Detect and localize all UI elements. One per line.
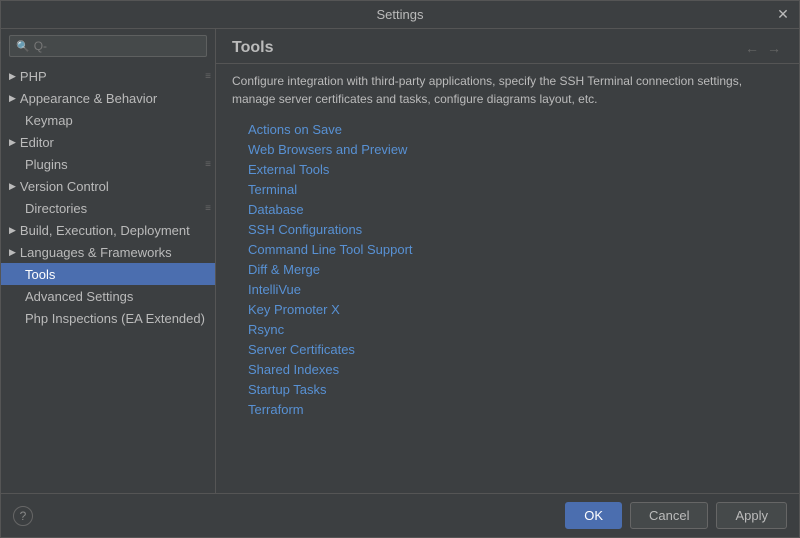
expand-icon: ≡ [205, 71, 211, 82]
nav-arrows: ← → [743, 40, 783, 56]
sidebar-item-php-inspections[interactable]: Php Inspections (EA Extended) [1, 307, 215, 329]
expand-icon: ≡ [205, 159, 211, 170]
apply-button[interactable]: Apply [716, 502, 787, 529]
sidebar-item-build[interactable]: ▶ Build, Execution, Deployment [1, 219, 215, 241]
arrow-icon: ▶ [9, 225, 16, 236]
arrow-icon: ▶ [9, 71, 16, 82]
sidebar-item-version-control[interactable]: ▶ Version Control [1, 175, 215, 197]
sidebar-item-advanced-settings[interactable]: Advanced Settings [1, 285, 215, 307]
content-title: Tools [232, 39, 273, 57]
close-button[interactable]: ✕ [775, 7, 791, 23]
dialog-body: 🔍 ▶ PHP ≡ ▶ Appearance & Behavior Keymap [1, 29, 799, 493]
expand-icon: ≡ [205, 203, 211, 214]
content-link-intellivue[interactable]: IntelliVue [248, 280, 783, 299]
content-link-startup-tasks[interactable]: Startup Tasks [248, 380, 783, 399]
content-link-shared-indexes[interactable]: Shared Indexes [248, 360, 783, 379]
content-link-ssh-configurations[interactable]: SSH Configurations [248, 220, 783, 239]
sidebar-item-editor[interactable]: ▶ Editor [1, 131, 215, 153]
content-area: Tools ← → Configure integration with thi… [216, 29, 799, 493]
settings-dialog: Settings ✕ 🔍 ▶ PHP ≡ ▶ Appearance & Beha [0, 0, 800, 538]
arrow-icon: ▶ [9, 247, 16, 258]
dialog-title: Settings [377, 7, 424, 22]
content-link-web-browsers-preview[interactable]: Web Browsers and Preview [248, 140, 783, 159]
title-bar: Settings ✕ [1, 1, 799, 29]
content-link-rsync[interactable]: Rsync [248, 320, 783, 339]
sidebar-item-plugins[interactable]: Plugins ≡ [1, 153, 215, 175]
sidebar: 🔍 ▶ PHP ≡ ▶ Appearance & Behavior Keymap [1, 29, 216, 493]
content-link-terminal[interactable]: Terminal [248, 180, 783, 199]
sidebar-item-appearance-behavior[interactable]: ▶ Appearance & Behavior [1, 87, 215, 109]
search-input[interactable] [34, 39, 200, 53]
cancel-button[interactable]: Cancel [630, 502, 708, 529]
content-header: Tools ← → [216, 29, 799, 64]
sidebar-item-tools[interactable]: Tools [1, 263, 215, 285]
content-link-external-tools[interactable]: External Tools [248, 160, 783, 179]
sidebar-item-languages[interactable]: ▶ Languages & Frameworks [1, 241, 215, 263]
content-link-actions-on-save[interactable]: Actions on Save [248, 120, 783, 139]
dialog-footer: ? OK Cancel Apply [1, 493, 799, 537]
arrow-icon: ▶ [9, 181, 16, 192]
sidebar-items: ▶ PHP ≡ ▶ Appearance & Behavior Keymap ▶… [1, 63, 215, 493]
content-link-database[interactable]: Database [248, 200, 783, 219]
arrow-icon: ▶ [9, 137, 16, 148]
content-link-diff-merge[interactable]: Diff & Merge [248, 260, 783, 279]
search-box[interactable]: 🔍 [9, 35, 207, 57]
content-description: Configure integration with third-party a… [216, 64, 799, 116]
sidebar-item-keymap[interactable]: Keymap [1, 109, 215, 131]
back-button[interactable]: ← [743, 40, 761, 56]
content-link-key-promoter-x[interactable]: Key Promoter X [248, 300, 783, 319]
footer-left: ? [13, 506, 33, 526]
footer-right: OK Cancel Apply [565, 502, 787, 529]
arrow-icon: ▶ [9, 93, 16, 104]
ok-button[interactable]: OK [565, 502, 622, 529]
help-button[interactable]: ? [13, 506, 33, 526]
forward-button[interactable]: → [765, 40, 783, 56]
search-icon: 🔍 [16, 40, 30, 53]
sidebar-item-php[interactable]: ▶ PHP ≡ [1, 65, 215, 87]
content-links: Actions on SaveWeb Browsers and PreviewE… [216, 116, 799, 435]
sidebar-item-directories[interactable]: Directories ≡ [1, 197, 215, 219]
content-link-server-certificates[interactable]: Server Certificates [248, 340, 783, 359]
content-link-command-line-tool-support[interactable]: Command Line Tool Support [248, 240, 783, 259]
content-link-terraform[interactable]: Terraform [248, 400, 783, 419]
